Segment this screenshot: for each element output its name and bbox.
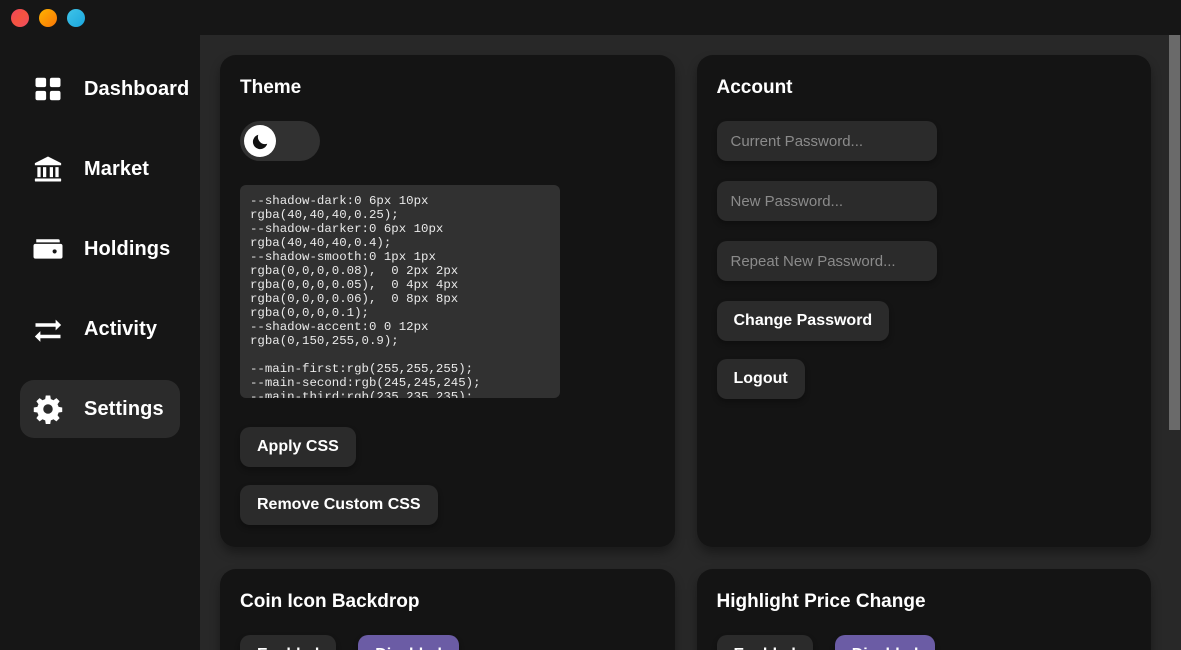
content-scrollbar-track[interactable] — [1168, 35, 1181, 650]
content-scrollbar-thumb[interactable] — [1169, 35, 1180, 430]
coin-icon-backdrop-options: Enabled Disabled — [240, 635, 655, 650]
settings-content: Theme Apply CSS Remove Custom CSS Accoun… — [200, 35, 1181, 650]
panel-title: Highlight Price Change — [716, 591, 926, 612]
sidebar-item-holdings[interactable]: Holdings — [20, 220, 180, 278]
panel-title: Account — [716, 77, 793, 98]
highlight-price-change-enabled-button[interactable]: Enabled — [716, 635, 813, 650]
sidebar-item-label: Market — [84, 157, 150, 180]
account-panel: Account Change Password Logout — [696, 55, 1151, 547]
moon-icon — [244, 125, 276, 157]
change-password-button[interactable]: Change Password — [716, 301, 890, 341]
exchange-arrows-icon — [32, 313, 64, 345]
minimize-window-button[interactable] — [39, 8, 57, 27]
grid-icon — [32, 73, 64, 105]
coin-icon-backdrop-enabled-button[interactable]: Enabled — [240, 635, 337, 650]
sidebar-item-label: Holdings — [84, 237, 171, 260]
wallet-icon — [32, 233, 64, 265]
remove-custom-css-button[interactable]: Remove Custom CSS — [240, 485, 438, 525]
custom-css-textarea[interactable] — [240, 185, 560, 398]
panel-title: Coin Icon Backdrop — [240, 591, 420, 612]
settings-grid: Theme Apply CSS Remove Custom CSS Accoun… — [200, 35, 1181, 650]
sidebar-item-activity[interactable]: Activity — [20, 300, 180, 358]
highlight-price-change-disabled-button[interactable]: Disabled — [834, 635, 936, 650]
app-window: Dashboard Market Holdings Activity Setti — [0, 0, 1181, 650]
maximize-window-button[interactable] — [67, 8, 85, 27]
new-password-input[interactable] — [716, 181, 937, 221]
close-window-button[interactable] — [11, 8, 29, 27]
highlight-price-change-panel: Highlight Price Change Enabled Disabled — [696, 569, 1151, 650]
remove-css-row: Remove Custom CSS — [240, 485, 655, 525]
logout-button[interactable]: Logout — [716, 359, 805, 399]
highlight-price-change-options: Enabled Disabled — [716, 635, 1132, 650]
repeat-password-input[interactable] — [716, 241, 937, 281]
sidebar-item-dashboard[interactable]: Dashboard — [20, 60, 189, 118]
sidebar-item-market[interactable]: Market — [20, 140, 180, 198]
apply-css-button[interactable]: Apply CSS — [240, 427, 356, 467]
theme-toggle[interactable] — [240, 121, 320, 161]
sidebar-item-label: Dashboard — [84, 77, 190, 100]
coin-icon-backdrop-panel: Coin Icon Backdrop Enabled Disabled — [220, 569, 675, 650]
title-bar — [0, 0, 1181, 35]
panel-title: Theme — [240, 77, 302, 98]
window-controls — [11, 8, 85, 27]
gear-icon — [32, 393, 64, 425]
theme-panel: Theme Apply CSS Remove Custom CSS — [220, 55, 675, 547]
sidebar: Dashboard Market Holdings Activity Setti — [0, 35, 200, 650]
current-password-input[interactable] — [716, 121, 937, 161]
sidebar-item-label: Settings — [84, 397, 164, 420]
apply-css-row: Apply CSS — [240, 427, 655, 467]
bank-icon — [32, 153, 64, 185]
sidebar-item-settings[interactable]: Settings — [20, 380, 180, 438]
coin-icon-backdrop-disabled-button[interactable]: Disabled — [358, 635, 459, 650]
sidebar-item-label: Activity — [84, 317, 158, 340]
